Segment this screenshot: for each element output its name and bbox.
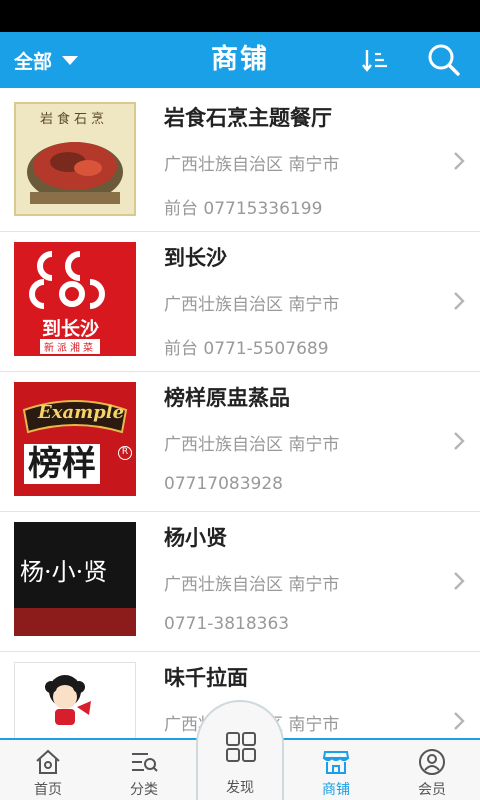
shop-list-item[interactable]: 岩食石烹 岩食石烹主题餐厅 广西壮族自治区 南宁市 前台 07715336199	[0, 92, 480, 232]
shop-logo-yanshi: 岩食石烹	[14, 102, 136, 216]
tab-category[interactable]: 分类	[96, 740, 192, 800]
shop-list[interactable]: 岩食石烹 岩食石烹主题餐厅 广西壮族自治区 南宁市 前台 07715336199…	[0, 88, 480, 738]
tab-label: 分类	[130, 782, 158, 798]
shop-region: 广西壮族自治区 南宁市	[164, 155, 340, 175]
home-icon	[36, 749, 60, 774]
shop-name: 味千拉面	[164, 666, 248, 690]
shop-icon	[322, 751, 350, 774]
filter-label: 全部	[14, 50, 53, 73]
chevron-right-icon	[454, 292, 465, 310]
shop-region: 广西壮族自治区 南宁市	[164, 435, 340, 455]
shop-logo-weiqian	[14, 662, 136, 738]
shop-phone: 前台 07715336199	[164, 199, 323, 219]
chevron-right-icon	[454, 572, 465, 590]
tab-home[interactable]: 首页	[0, 740, 96, 800]
shop-logo-brand: Example	[38, 402, 125, 423]
registered-mark-icon: R	[118, 446, 132, 460]
sort-button[interactable]	[361, 46, 389, 74]
tab-label: 商铺	[322, 782, 350, 798]
shop-logo-subtext: 新派湘菜	[40, 339, 100, 354]
shop-name: 杨小贤	[164, 526, 227, 550]
status-bar	[0, 0, 480, 32]
shop-phone: 07717083928	[164, 474, 283, 494]
shop-region: 广西壮族自治区 南宁市	[164, 575, 340, 595]
caret-down-icon	[62, 55, 79, 65]
tab-member[interactable]: 会员	[384, 740, 480, 800]
tab-label: 发现	[226, 780, 254, 796]
shop-logo-text: 到长沙	[42, 318, 100, 340]
tab-label: 首页	[34, 782, 62, 798]
chevron-right-icon	[454, 712, 465, 730]
shop-list-item[interactable]: Example 榜样 R 榜样原盅蒸品 广西壮族自治区 南宁市 07717083…	[0, 372, 480, 512]
tab-label: 会员	[418, 782, 446, 798]
category-icon	[132, 753, 158, 772]
shop-logo-text: 岩食石烹	[40, 112, 109, 127]
shop-logo-text: 榜样	[24, 444, 100, 484]
filter-dropdown[interactable]: 全部	[14, 32, 79, 88]
shop-phone: 0771-3818363	[164, 614, 290, 634]
logo-stripe	[14, 608, 136, 636]
search-button[interactable]	[424, 42, 464, 78]
shop-list-item[interactable]: 杨·小·贤 杨小贤 广西壮族自治区 南宁市 0771-3818363	[0, 512, 480, 652]
chevron-right-icon	[454, 152, 465, 170]
user-icon	[419, 749, 445, 775]
grid-icon	[226, 732, 256, 762]
mascot-image	[45, 675, 91, 725]
shop-name: 榜样原盅蒸品	[164, 386, 290, 410]
shop-logo-yangxiaoxian: 杨·小·贤	[14, 522, 136, 636]
sort-icon	[362, 50, 387, 72]
shop-region: 广西壮族自治区 南宁市	[164, 295, 340, 315]
top-bar: 全部 商铺	[0, 32, 480, 88]
shop-logo-bangyang: Example 榜样 R	[14, 382, 136, 496]
shop-phone: 前台 0771-5507689	[164, 339, 329, 359]
shop-list-item[interactable]: 到长沙 新派湘菜 到长沙 广西壮族自治区 南宁市 前台 0771-5507689	[0, 232, 480, 372]
shop-name: 岩食石烹主题餐厅	[164, 106, 332, 130]
search-icon	[428, 44, 460, 76]
shop-logo-text: 杨·小·贤	[20, 558, 108, 586]
chevron-right-icon	[454, 432, 465, 450]
shop-name: 到长沙	[164, 246, 227, 270]
tab-shops[interactable]: 商铺	[288, 740, 384, 800]
shop-logo-daochangsha: 到长沙 新派湘菜	[14, 242, 136, 356]
